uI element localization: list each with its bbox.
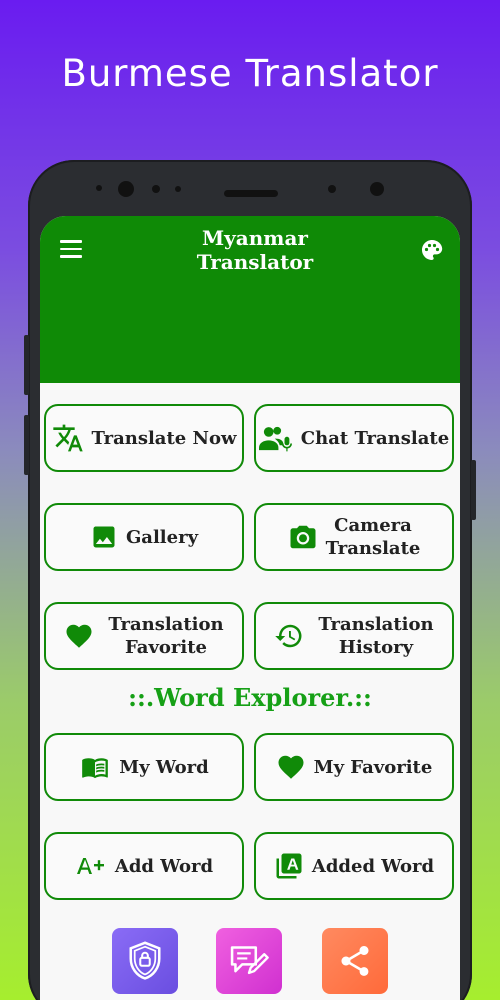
phone-side-button [24,415,29,475]
sensor-dot [96,185,102,191]
chat-translate-label: Chat Translate [300,427,450,449]
add-word-button[interactable]: Add Word [44,832,244,900]
my-favorite-button[interactable]: My Favorite [254,733,454,801]
gallery-button[interactable]: Gallery [44,503,244,571]
app-header: Myanmar Translator [40,216,460,383]
font-increase-icon [76,858,104,874]
translate-now-label: Translate Now [91,427,237,449]
translation-history-button[interactable]: Translation History [254,602,454,670]
translation-history-label: Translation History [318,613,433,659]
my-favorite-label: My Favorite [313,756,433,778]
promo-title: Burmese Translator [61,52,439,95]
share-icon[interactable] [322,928,388,994]
my-word-label: My Word [119,756,209,778]
phone-speaker [224,190,278,197]
add-word-label: Add Word [114,855,214,877]
gallery-label: Gallery [125,526,199,548]
translation-history-line2: History [338,637,414,658]
translate-now-button[interactable]: Translate Now [44,404,244,472]
camera-translate-line2: Translate [325,538,421,559]
phone-side-button [24,335,29,395]
camera-translate-label: Camera Translate [326,514,421,560]
camera-translate-line1: Camera [334,515,412,536]
translation-favorite-line1: Translation [108,614,224,635]
my-word-button[interactable]: My Word [44,733,244,801]
heart-icon [278,755,304,779]
translation-favorite-button[interactable]: Translation Favorite [44,602,244,670]
phone-top-bar [28,181,472,204]
feedback-icon[interactable] [216,928,282,994]
heart-icon [66,624,92,648]
privacy-shield-icon[interactable] [112,928,178,994]
sensor-dot [152,185,160,193]
history-icon [275,624,302,648]
chat-translate-button[interactable]: Chat Translate [254,404,454,472]
palette-icon[interactable] [420,238,444,262]
library-books-icon [276,853,302,879]
camera-icon [290,525,316,549]
translation-favorite-line2: Favorite [124,637,207,658]
translation-favorite-label: Translation Favorite [108,613,223,659]
translation-history-line1: Translation [318,614,434,635]
added-word-button[interactable]: Added Word [254,832,454,900]
word-explorer-title: ::.Word Explorer.:: [128,683,372,712]
menu-icon[interactable] [60,240,82,258]
app-title: Myanmar Translator [150,226,360,274]
added-word-label: Added Word [311,855,435,877]
open-book-icon [82,758,109,779]
sensor-dot [370,182,384,196]
app-title-line2: Translator [196,250,314,274]
chat-people-mic-icon [258,426,292,452]
app-title-line1: Myanmar [202,226,308,250]
front-camera-icon [118,181,134,197]
phone-side-button [471,460,476,520]
image-icon [93,526,115,548]
translate-icon [52,424,83,452]
app-screen: Myanmar Translator Translate Now Chat Tr… [40,216,460,1000]
phone-frame: Myanmar Translator Translate Now Chat Tr… [24,160,476,1000]
sensor-dot [328,185,336,193]
camera-translate-button[interactable]: Camera Translate [254,503,454,571]
sensor-dot [175,186,181,192]
